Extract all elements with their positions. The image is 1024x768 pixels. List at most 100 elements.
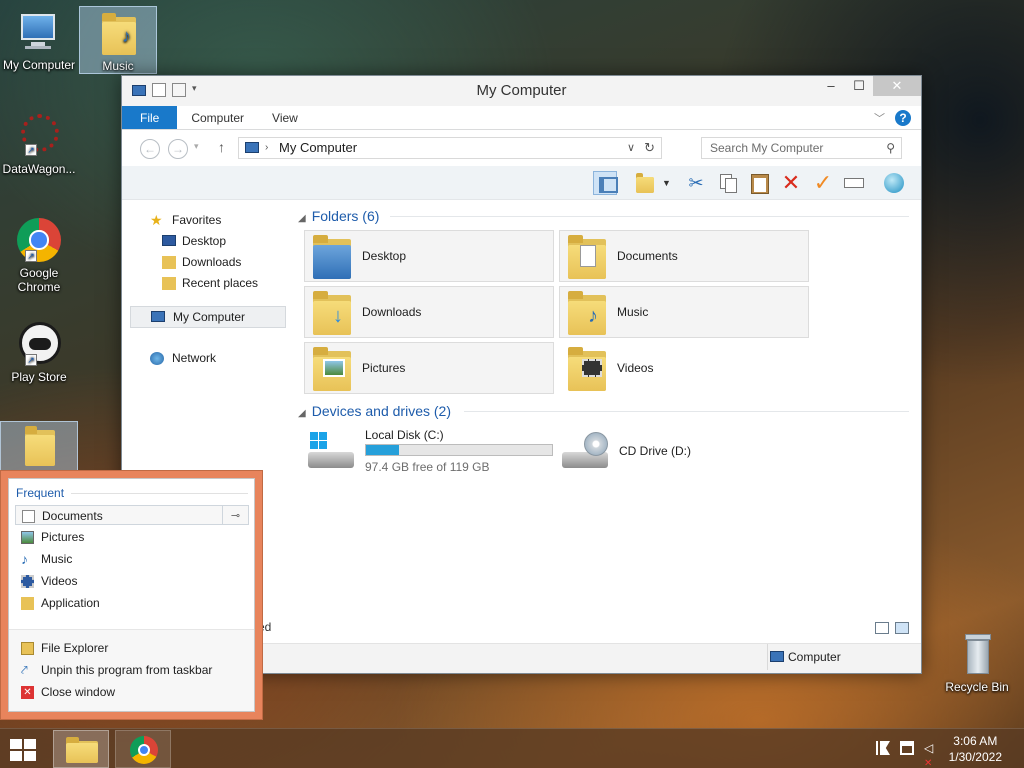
tab-computer[interactable]: Computer <box>177 106 258 129</box>
clock-time: 3:06 AM <box>953 734 998 748</box>
videos-icon <box>21 575 34 588</box>
group-header-devices[interactable]: ◢ Devices and drives (2) <box>298 403 451 419</box>
nav-downloads[interactable]: Downloads <box>130 252 290 273</box>
computer-icon <box>151 311 165 322</box>
network-icon[interactable] <box>900 741 914 755</box>
nav-desktop[interactable]: Desktop <box>130 231 290 252</box>
clock-date: 1/30/2022 <box>948 750 1002 764</box>
drive-cd-d[interactable]: CD Drive (D:) <box>562 428 742 476</box>
file-explorer-icon <box>66 737 98 763</box>
documents-folder-icon <box>568 235 606 279</box>
drive-free-space: 97.4 GB free of 119 GB <box>365 460 490 474</box>
desktop-icon-datawagon[interactable]: ↗ DataWagon... <box>0 110 78 180</box>
maximize-button[interactable]: ☐ <box>845 76 873 96</box>
taskbar-file-explorer[interactable] <box>53 730 109 768</box>
breadcrumb-separator: › <box>265 142 269 153</box>
back-button[interactable]: ← <box>140 139 160 159</box>
desktop-icon-my-computer[interactable]: My Computer <box>0 6 78 74</box>
forward-button[interactable]: → <box>168 139 188 159</box>
desktop-icon-label: Recycle Bin <box>945 680 1009 694</box>
folder-tile-downloads[interactable]: ↓ Downloads <box>304 286 554 338</box>
videos-folder-icon <box>568 347 606 391</box>
jump-list-item-application[interactable]: Application <box>15 593 249 613</box>
folder-tile-videos[interactable]: Videos <box>559 342 809 394</box>
group-header-folders[interactable]: ◢ Folders (6) <box>298 208 379 224</box>
folder-tile-pictures[interactable]: Pictures <box>304 342 554 394</box>
rename-icon[interactable] <box>842 171 866 195</box>
computer-icon <box>15 8 63 56</box>
cut-icon[interactable]: ✂ <box>684 171 708 195</box>
hard-drive-icon <box>308 432 354 470</box>
desktop-icon-folder[interactable] <box>0 421 78 473</box>
file-explorer-icon <box>21 642 34 655</box>
desktop-icon-google-chrome[interactable]: ↗ Google Chrome <box>0 214 78 298</box>
jump-list-task-file-explorer[interactable]: File Explorer <box>15 638 249 658</box>
shell-icon[interactable] <box>882 171 906 195</box>
help-icon[interactable]: ? <box>895 110 911 126</box>
nav-network[interactable]: Network <box>130 348 290 369</box>
recent-locations-icon[interactable]: ▾ <box>194 141 199 152</box>
chevron-down-icon[interactable]: ∨ <box>627 138 635 158</box>
jump-list-item-music[interactable]: ♪ Music <box>15 549 249 569</box>
taskbar-google-chrome[interactable] <box>115 730 171 768</box>
search-input[interactable]: Search My Computer ⚲ <box>701 137 902 159</box>
desktop-icon-label: Music <box>102 59 134 73</box>
details-view-icon[interactable] <box>875 622 889 634</box>
folder-tile-desktop[interactable]: Desktop <box>304 230 554 282</box>
disk-usage-bar <box>365 444 553 456</box>
pin-icon[interactable]: ⊸ <box>222 506 248 524</box>
desktop-icon-play-store[interactable]: ↗ Play Store <box>0 318 78 386</box>
pictures-icon <box>21 531 34 544</box>
address-field[interactable]: › My Computer ∨ ↻ <box>238 137 662 159</box>
jump-list-item-documents[interactable]: Documents ⊸ <box>15 505 249 525</box>
title-bar[interactable]: ▾ My Computer – ☐ ✕ <box>122 76 921 106</box>
close-button[interactable]: ✕ <box>873 76 921 96</box>
pictures-folder-icon <box>313 347 351 391</box>
downloads-icon <box>162 256 176 269</box>
paste-icon[interactable] <box>748 171 772 195</box>
chevron-down-icon[interactable]: ▼ <box>662 171 674 195</box>
desktop-icon-recycle-bin[interactable]: Recycle Bin <box>938 628 1016 698</box>
nav-recent-places[interactable]: Recent places <box>130 273 290 294</box>
desktop-icon-music[interactable]: ♪ Music <box>79 6 157 74</box>
tab-view[interactable]: View <box>258 106 312 129</box>
up-arrow-icon[interactable]: ↑ <box>218 139 225 155</box>
minimize-button[interactable]: – <box>817 76 845 96</box>
navigation-pane: ★ Favorites Desktop Downloads Recent pla… <box>130 208 290 369</box>
nav-favorites[interactable]: ★ Favorites <box>130 210 290 231</box>
properties-folder-icon[interactable] <box>634 171 658 195</box>
start-button[interactable] <box>10 739 38 761</box>
refresh-icon[interactable]: ↻ <box>644 138 655 158</box>
nav-my-computer[interactable]: My Computer <box>130 306 286 328</box>
action-center-flag-icon[interactable] <box>876 741 890 755</box>
jump-list-item-videos[interactable]: Videos <box>15 571 249 591</box>
copy-icon[interactable] <box>716 171 740 195</box>
volume-muted-icon[interactable]: ◁✕ <box>924 741 938 768</box>
search-icon[interactable]: ⚲ <box>886 138 895 158</box>
ribbon-tabs: File Computer View ﹀ ? <box>122 106 921 130</box>
jump-list-task-close-window[interactable]: ✕ Close window <box>15 682 249 702</box>
shortcut-arrow-icon: ↗ <box>25 354 37 366</box>
delete-icon[interactable]: ✕ <box>779 171 803 195</box>
chrome-icon: ↗ <box>15 216 63 264</box>
jump-list-item-pictures[interactable]: Pictures <box>15 527 249 547</box>
tab-file[interactable]: File <box>122 106 178 129</box>
drive-local-disk-c[interactable]: Local Disk (C:) 97.4 GB free of 119 GB <box>308 428 558 476</box>
preview-pane-icon[interactable] <box>593 171 618 195</box>
folder-tile-music[interactable]: ♪ Music <box>559 286 809 338</box>
taskbar: ◁✕ 3:06 AM 1/30/2022 <box>0 728 1024 768</box>
jump-list-task-unpin[interactable]: ⤤ Unpin this program from taskbar <box>15 660 249 680</box>
chevron-down-icon[interactable]: ﹀ <box>874 110 885 126</box>
music-folder-icon: ♪ <box>94 9 142 57</box>
star-icon: ★ <box>150 212 163 228</box>
cd-drive-icon <box>562 432 608 470</box>
shortcut-arrow-icon: ↗ <box>25 144 37 156</box>
system-clock[interactable]: 3:06 AM 1/30/2022 <box>949 733 1002 765</box>
large-icons-view-icon[interactable] <box>895 622 909 634</box>
shortcut-arrow-icon: ↗ <box>25 250 37 262</box>
breadcrumb-my-computer[interactable]: My Computer <box>279 140 357 155</box>
network-icon <box>150 352 164 365</box>
folder-tile-documents[interactable]: Documents <box>559 230 809 282</box>
checkmark-icon[interactable]: ✓ <box>811 171 835 195</box>
desktop-icon-label: My Computer <box>2 58 76 72</box>
